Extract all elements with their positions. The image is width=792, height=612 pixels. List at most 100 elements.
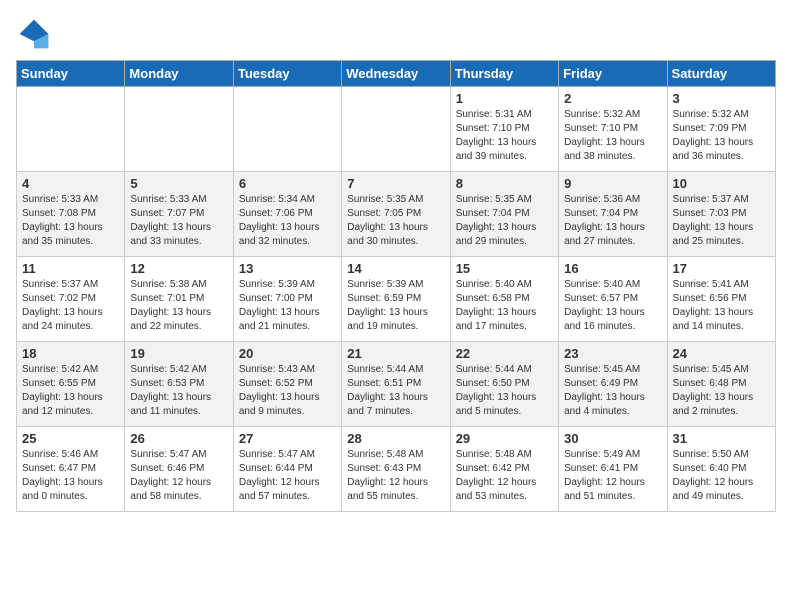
day-number: 14 (347, 261, 444, 276)
day-info: Sunrise: 5:37 AM Sunset: 7:02 PM Dayligh… (22, 278, 119, 334)
day-info: Sunrise: 5:39 AM Sunset: 7:00 PM Dayligh… (239, 278, 336, 334)
logo-icon (16, 16, 52, 52)
weekday-header-wednesday: Wednesday (342, 61, 450, 87)
page-header (16, 16, 776, 52)
day-number: 25 (22, 431, 119, 446)
calendar-cell: 21 Sunrise: 5:44 AM Sunset: 6:51 PM Dayli… (342, 342, 450, 427)
calendar-cell: 3 Sunrise: 5:32 AM Sunset: 7:09 PM Daylig… (667, 87, 775, 172)
day-info: Sunrise: 5:44 AM Sunset: 6:50 PM Dayligh… (456, 363, 553, 419)
day-number: 3 (673, 91, 770, 106)
calendar-cell: 19 Sunrise: 5:42 AM Sunset: 6:53 PM Dayli… (125, 342, 233, 427)
calendar-week-row: 1 Sunrise: 5:31 AM Sunset: 7:10 PM Daylig… (17, 87, 776, 172)
calendar-week-row: 25 Sunrise: 5:46 AM Sunset: 6:47 PM Dayli… (17, 427, 776, 512)
calendar-cell: 31 Sunrise: 5:50 AM Sunset: 6:40 PM Dayli… (667, 427, 775, 512)
day-number: 26 (130, 431, 227, 446)
day-info: Sunrise: 5:48 AM Sunset: 6:42 PM Dayligh… (456, 448, 553, 504)
calendar-cell: 22 Sunrise: 5:44 AM Sunset: 6:50 PM Dayli… (450, 342, 558, 427)
calendar-week-row: 18 Sunrise: 5:42 AM Sunset: 6:55 PM Dayli… (17, 342, 776, 427)
day-info: Sunrise: 5:33 AM Sunset: 7:07 PM Dayligh… (130, 193, 227, 249)
weekday-header-thursday: Thursday (450, 61, 558, 87)
day-info: Sunrise: 5:47 AM Sunset: 6:44 PM Dayligh… (239, 448, 336, 504)
day-info: Sunrise: 5:36 AM Sunset: 7:04 PM Dayligh… (564, 193, 661, 249)
day-number: 18 (22, 346, 119, 361)
calendar-week-row: 11 Sunrise: 5:37 AM Sunset: 7:02 PM Dayli… (17, 257, 776, 342)
day-info: Sunrise: 5:47 AM Sunset: 6:46 PM Dayligh… (130, 448, 227, 504)
day-number: 20 (239, 346, 336, 361)
calendar-cell: 25 Sunrise: 5:46 AM Sunset: 6:47 PM Dayli… (17, 427, 125, 512)
day-info: Sunrise: 5:46 AM Sunset: 6:47 PM Dayligh… (22, 448, 119, 504)
weekday-header-friday: Friday (559, 61, 667, 87)
calendar-cell: 1 Sunrise: 5:31 AM Sunset: 7:10 PM Daylig… (450, 87, 558, 172)
day-number: 9 (564, 176, 661, 191)
day-number: 6 (239, 176, 336, 191)
calendar-cell (125, 87, 233, 172)
day-info: Sunrise: 5:32 AM Sunset: 7:10 PM Dayligh… (564, 108, 661, 164)
weekday-header-tuesday: Tuesday (233, 61, 341, 87)
day-number: 17 (673, 261, 770, 276)
calendar-cell: 5 Sunrise: 5:33 AM Sunset: 7:07 PM Daylig… (125, 172, 233, 257)
day-number: 15 (456, 261, 553, 276)
day-info: Sunrise: 5:43 AM Sunset: 6:52 PM Dayligh… (239, 363, 336, 419)
calendar-cell: 29Sunrise: 5:48 AM Sunset: 6:42 PM Dayli… (450, 427, 558, 512)
day-number: 10 (673, 176, 770, 191)
day-number: 16 (564, 261, 661, 276)
day-info: Sunrise: 5:50 AM Sunset: 6:40 PM Dayligh… (673, 448, 770, 504)
day-number: 30 (564, 431, 661, 446)
day-info: Sunrise: 5:48 AM Sunset: 6:43 PM Dayligh… (347, 448, 444, 504)
calendar-cell: 17 Sunrise: 5:41 AM Sunset: 6:56 PM Dayli… (667, 257, 775, 342)
calendar-cell: 15 Sunrise: 5:40 AM Sunset: 6:58 PM Dayli… (450, 257, 558, 342)
day-info: Sunrise: 5:42 AM Sunset: 6:55 PM Dayligh… (22, 363, 119, 419)
day-info: Sunrise: 5:37 AM Sunset: 7:03 PM Dayligh… (673, 193, 770, 249)
calendar-cell: 9 Sunrise: 5:36 AM Sunset: 7:04 PM Daylig… (559, 172, 667, 257)
calendar-cell: 18 Sunrise: 5:42 AM Sunset: 6:55 PM Dayli… (17, 342, 125, 427)
calendar-cell: 4 Sunrise: 5:33 AM Sunset: 7:08 PM Daylig… (17, 172, 125, 257)
day-info: Sunrise: 5:35 AM Sunset: 7:04 PM Dayligh… (456, 193, 553, 249)
day-number: 12 (130, 261, 227, 276)
calendar-table: SundayMondayTuesdayWednesdayThursdayFrid… (16, 60, 776, 512)
day-number: 11 (22, 261, 119, 276)
weekday-header-monday: Monday (125, 61, 233, 87)
day-number: 31 (673, 431, 770, 446)
day-info: Sunrise: 5:38 AM Sunset: 7:01 PM Dayligh… (130, 278, 227, 334)
weekday-header-sunday: Sunday (17, 61, 125, 87)
calendar-cell: 28 Sunrise: 5:48 AM Sunset: 6:43 PM Dayli… (342, 427, 450, 512)
day-info: Sunrise: 5:33 AM Sunset: 7:08 PM Dayligh… (22, 193, 119, 249)
calendar-cell: 12 Sunrise: 5:38 AM Sunset: 7:01 PM Dayli… (125, 257, 233, 342)
day-info: Sunrise: 5:40 AM Sunset: 6:58 PM Dayligh… (456, 278, 553, 334)
day-number: 19 (130, 346, 227, 361)
calendar-cell: 11 Sunrise: 5:37 AM Sunset: 7:02 PM Dayli… (17, 257, 125, 342)
day-info: Sunrise: 5:32 AM Sunset: 7:09 PM Dayligh… (673, 108, 770, 164)
day-info: Sunrise: 5:41 AM Sunset: 6:56 PM Dayligh… (673, 278, 770, 334)
day-info: Sunrise: 5:34 AM Sunset: 7:06 PM Dayligh… (239, 193, 336, 249)
day-info: Sunrise: 5:42 AM Sunset: 6:53 PM Dayligh… (130, 363, 227, 419)
calendar-cell (233, 87, 341, 172)
calendar-cell: 27Sunrise: 5:47 AM Sunset: 6:44 PM Dayli… (233, 427, 341, 512)
logo (16, 16, 56, 52)
calendar-cell: 2 Sunrise: 5:32 AM Sunset: 7:10 PM Daylig… (559, 87, 667, 172)
calendar-header-row: SundayMondayTuesdayWednesdayThursdayFrid… (17, 61, 776, 87)
calendar-cell (342, 87, 450, 172)
calendar-cell: 7Sunrise: 5:35 AM Sunset: 7:05 PM Daylig… (342, 172, 450, 257)
day-number: 8 (456, 176, 553, 191)
calendar-cell (17, 87, 125, 172)
day-info: Sunrise: 5:31 AM Sunset: 7:10 PM Dayligh… (456, 108, 553, 164)
calendar-cell: 30Sunrise: 5:49 AM Sunset: 6:41 PM Dayli… (559, 427, 667, 512)
day-number: 28 (347, 431, 444, 446)
day-info: Sunrise: 5:40 AM Sunset: 6:57 PM Dayligh… (564, 278, 661, 334)
day-number: 1 (456, 91, 553, 106)
calendar-cell: 24 Sunrise: 5:45 AM Sunset: 6:48 PM Dayli… (667, 342, 775, 427)
day-info: Sunrise: 5:45 AM Sunset: 6:48 PM Dayligh… (673, 363, 770, 419)
day-number: 21 (347, 346, 444, 361)
day-info: Sunrise: 5:44 AM Sunset: 6:51 PM Dayligh… (347, 363, 444, 419)
calendar-cell: 6 Sunrise: 5:34 AM Sunset: 7:06 PM Daylig… (233, 172, 341, 257)
calendar-week-row: 4 Sunrise: 5:33 AM Sunset: 7:08 PM Daylig… (17, 172, 776, 257)
day-number: 22 (456, 346, 553, 361)
day-number: 5 (130, 176, 227, 191)
day-number: 4 (22, 176, 119, 191)
day-info: Sunrise: 5:35 AM Sunset: 7:05 PM Dayligh… (347, 193, 444, 249)
calendar-cell: 16 Sunrise: 5:40 AM Sunset: 6:57 PM Dayli… (559, 257, 667, 342)
day-number: 2 (564, 91, 661, 106)
calendar-cell: 20 Sunrise: 5:43 AM Sunset: 6:52 PM Dayli… (233, 342, 341, 427)
calendar-cell: 23Sunrise: 5:45 AM Sunset: 6:49 PM Dayli… (559, 342, 667, 427)
day-number: 24 (673, 346, 770, 361)
